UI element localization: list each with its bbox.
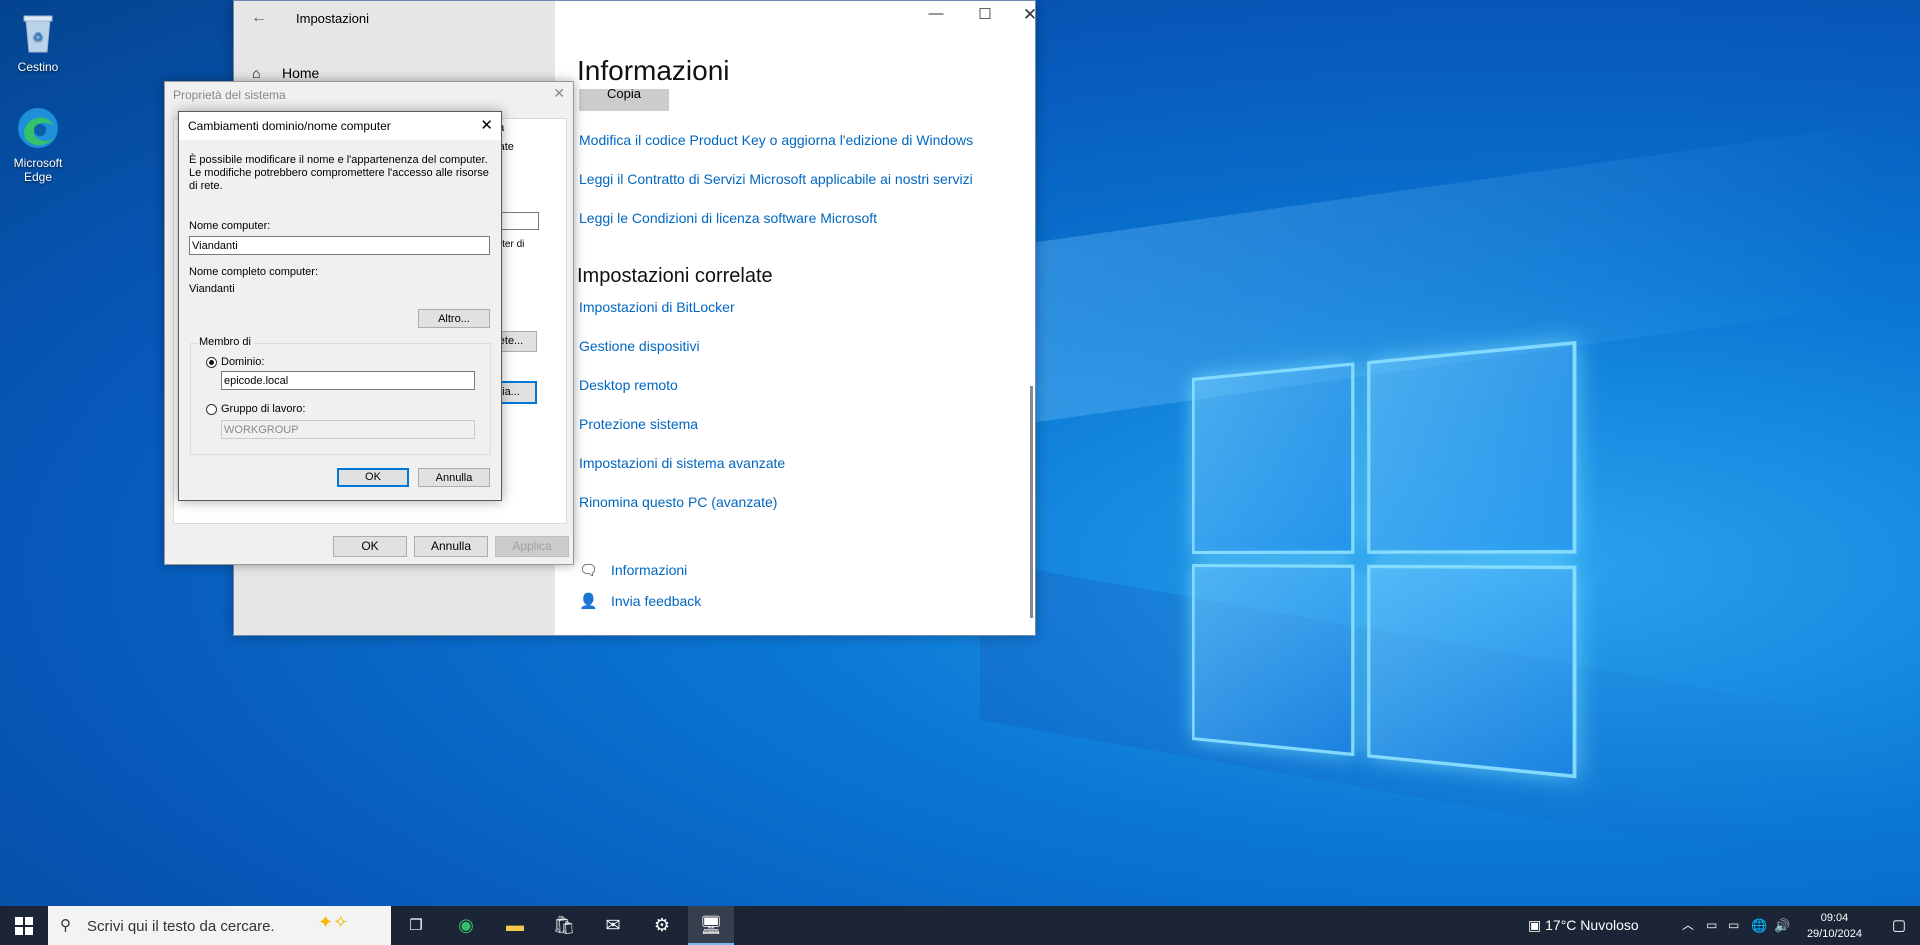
ok-button[interactable]: OK	[333, 536, 407, 557]
edge-icon	[14, 104, 62, 152]
dialog-description: È possibile modificare il nome e l'appar…	[189, 154, 489, 192]
desktop-icon-recycle-bin[interactable]: ♻ Cestino	[1, 8, 75, 74]
meet-now-icon[interactable]: ▭	[1706, 906, 1717, 945]
dialog-title: Cambiamenti dominio/nome computer	[188, 119, 391, 133]
volume-icon[interactable]: 🔊	[1774, 906, 1790, 945]
search-highlight-icon: ✦✧	[318, 912, 349, 932]
workgroup-radio[interactable]	[206, 404, 217, 415]
taskbar: ⚲ Scrivi qui il testo da cercare. ✦✧ ❐ ◉…	[0, 906, 1920, 945]
edge-icon[interactable]: ◉	[443, 906, 489, 945]
clock[interactable]: 09:04 29/10/2024	[1807, 910, 1862, 942]
search-placeholder: Scrivi qui il testo da cercare.	[87, 918, 275, 935]
home-icon: ⌂	[252, 65, 261, 81]
domain-input[interactable]: epicode.local	[221, 371, 475, 390]
link-send-feedback[interactable]: Invia feedback	[611, 593, 701, 609]
close-icon[interactable]: ✕	[553, 85, 565, 102]
weather-text: 17°C Nuvoloso	[1545, 917, 1639, 933]
tray-overflow-icon[interactable]: ︿	[1682, 906, 1694, 945]
link-services-agreement[interactable]: Leggi il Contratto di Servizi Microsoft …	[579, 171, 973, 187]
clock-time: 09:04	[1820, 912, 1849, 924]
member-of-label: Membro di	[197, 336, 253, 348]
link-product-key[interactable]: Modifica il codice Product Key o aggiorn…	[579, 132, 973, 148]
nav-home[interactable]: ⌂ Home	[252, 65, 319, 81]
recycle-bin-icon: ♻	[14, 8, 62, 56]
desktop-icon-edge[interactable]: Microsoft Edge	[1, 104, 75, 184]
workgroup-label: Gruppo di lavoro:	[221, 403, 306, 415]
task-view-icon[interactable]: ❐	[393, 906, 439, 945]
notification-icon[interactable]: ▢	[1892, 916, 1906, 934]
page-title: Informazioni	[577, 55, 730, 86]
clock-date: 29/10/2024	[1806, 928, 1862, 940]
search-icon: ⚲	[60, 917, 71, 934]
cancel-button[interactable]: Annulla	[414, 536, 488, 557]
weather-icon: ▣	[1528, 917, 1546, 933]
link-system-protection[interactable]: Protezione sistema	[579, 416, 698, 432]
desktop-icon-label: Cestino	[17, 60, 59, 74]
cancel-button[interactable]: Annulla	[418, 468, 490, 487]
copy-button[interactable]: Copia	[579, 89, 669, 111]
full-name-label: Nome completo computer:	[189, 266, 318, 278]
more-button[interactable]: Altro...	[418, 309, 490, 328]
member-of-group: Membro di Dominio: epicode.local Gruppo …	[190, 336, 491, 455]
taskbar-search[interactable]: ⚲ Scrivi qui il testo da cercare. ✦✧	[48, 906, 391, 945]
apply-button[interactable]: Applica	[495, 536, 569, 557]
window-title: Impostazioni	[296, 11, 369, 26]
nav-home-label: Home	[282, 65, 320, 81]
windows-logo	[1192, 340, 1577, 779]
link-rename-pc-advanced[interactable]: Rinomina questo PC (avanzate)	[579, 494, 777, 510]
desktop-icon-label: Microsoft Edge	[13, 156, 63, 184]
dialog-title: Proprietà del sistema	[173, 88, 286, 102]
computer-name-label: Nome computer:	[189, 220, 271, 232]
link-remote-desktop[interactable]: Desktop remoto	[579, 377, 678, 393]
mail-icon[interactable]: ✉	[590, 906, 636, 945]
link-device-manager[interactable]: Gestione dispositivi	[579, 338, 700, 354]
link-advanced-system-settings[interactable]: Impostazioni di sistema avanzate	[579, 455, 785, 471]
svg-text:♻: ♻	[33, 30, 44, 44]
system-properties-icon[interactable]: 🖥	[688, 906, 734, 945]
link-help-info[interactable]: Informazioni	[611, 562, 687, 578]
back-arrow-icon[interactable]: ←	[251, 9, 267, 27]
full-name-value: Viandanti	[189, 283, 235, 295]
workgroup-input: WORKGROUP	[221, 420, 475, 439]
settings-gear-icon[interactable]: ⚙	[639, 906, 685, 945]
weather-widget[interactable]: ▣ 17°C Nuvoloso	[1528, 906, 1639, 945]
file-explorer-icon[interactable]: ▬	[492, 906, 538, 945]
domain-change-dialog: Cambiamenti dominio/nome computer ✕ È po…	[178, 111, 502, 501]
feedback-person-icon: 👤	[579, 593, 598, 610]
network-icon[interactable]: 🌐	[1751, 906, 1767, 945]
start-button[interactable]	[0, 906, 48, 945]
ok-button[interactable]: OK	[337, 468, 409, 487]
close-icon[interactable]: ✕	[480, 116, 493, 134]
store-icon[interactable]: 🛍	[541, 906, 587, 945]
settings-content: Informazioni Copia Modifica il codice Pr…	[555, 1, 1035, 635]
battery-icon[interactable]: ▭	[1728, 906, 1739, 945]
domain-radio[interactable]	[206, 357, 217, 368]
windows-start-icon	[15, 917, 33, 936]
related-settings-heading: Impostazioni correlate	[577, 265, 773, 287]
help-chat-icon: 🗨	[579, 562, 599, 579]
dialog-titlebar: Cambiamenti dominio/nome computer ✕	[179, 112, 501, 140]
computer-name-input[interactable]: Viandanti	[189, 236, 490, 255]
link-license-terms[interactable]: Leggi le Condizioni di licenza software …	[579, 210, 877, 226]
scrollbar[interactable]	[1030, 386, 1033, 618]
link-bitlocker[interactable]: Impostazioni di BitLocker	[579, 299, 735, 315]
domain-label: Dominio:	[221, 356, 265, 368]
